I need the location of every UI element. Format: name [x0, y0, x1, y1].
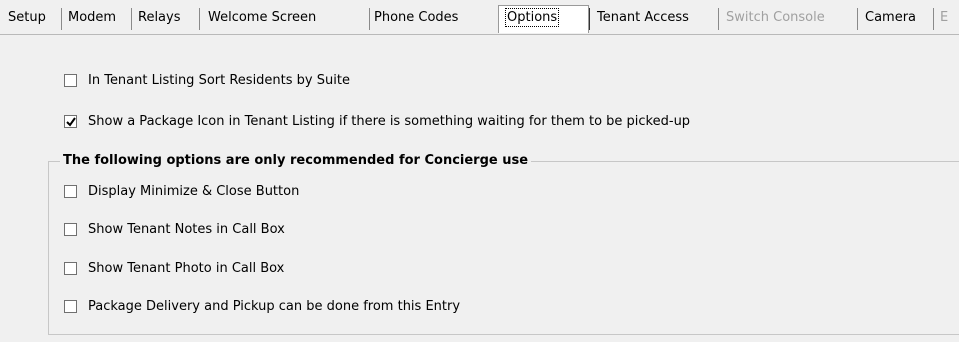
tenant-photo-label: Show Tenant Photo in Call Box: [88, 261, 285, 276]
options-panel: In Tenant Listing Sort Residents by Suit…: [0, 34, 959, 342]
tab-label: E: [940, 10, 949, 25]
tab-setup[interactable]: Setup: [6, 8, 48, 28]
tab-label: Tenant Access: [597, 10, 689, 25]
tab-modem[interactable]: Modem: [66, 8, 118, 28]
tab-separator: [131, 8, 132, 30]
tab-camera[interactable]: Camera: [863, 8, 918, 28]
display-minimize-close-label: Display Minimize & Close Button: [88, 184, 300, 199]
tab-e[interactable]: E: [938, 8, 950, 28]
sort-by-suite-checkbox[interactable]: [64, 74, 77, 87]
package-icon-label: Show a Package Icon in Tenant Listing if…: [88, 114, 691, 129]
tab-label: Welcome Screen: [208, 10, 317, 25]
display-minimize-close-checkbox[interactable]: [64, 185, 77, 198]
tab-label: Modem: [68, 10, 117, 25]
tab-switch-console[interactable]: Switch Console: [724, 8, 827, 28]
tab-welcome-screen[interactable]: Welcome Screen: [206, 8, 318, 28]
package-icon-checkbox[interactable]: [64, 115, 77, 128]
tab-separator: [589, 8, 590, 30]
tab-separator: [718, 8, 719, 30]
tab-separator: [369, 8, 370, 30]
tenant-photo-checkbox[interactable]: [64, 262, 77, 275]
concierge-group-title: The following options are only recommend…: [60, 151, 532, 171]
tab-label: Switch Console: [726, 10, 825, 25]
tab-strip: Setup Modem Relays Welcome Screen Phone …: [0, 0, 959, 34]
checkmark-icon: [66, 117, 76, 127]
tab-label: Relays: [138, 10, 181, 25]
package-delivery-checkbox[interactable]: [64, 300, 77, 313]
tab-separator: [857, 8, 858, 30]
tab-label: Options: [504, 8, 560, 27]
tenant-notes-label: Show Tenant Notes in Call Box: [88, 222, 285, 237]
tenant-notes-checkbox[interactable]: [64, 223, 77, 236]
tab-phone-codes[interactable]: Phone Codes: [372, 8, 460, 28]
tab-separator: [199, 8, 200, 30]
sort-by-suite-label: In Tenant Listing Sort Residents by Suit…: [88, 73, 350, 88]
tab-label: Phone Codes: [374, 10, 459, 25]
tab-options[interactable]: Options: [504, 8, 560, 28]
tab-label: Setup: [8, 10, 46, 25]
tab-relays[interactable]: Relays: [136, 8, 183, 28]
package-delivery-label: Package Delivery and Pickup can be done …: [88, 299, 461, 314]
tab-tenant-access[interactable]: Tenant Access: [595, 8, 691, 28]
tab-label: Camera: [865, 10, 917, 25]
tab-separator: [933, 8, 934, 30]
tab-separator: [61, 8, 62, 30]
